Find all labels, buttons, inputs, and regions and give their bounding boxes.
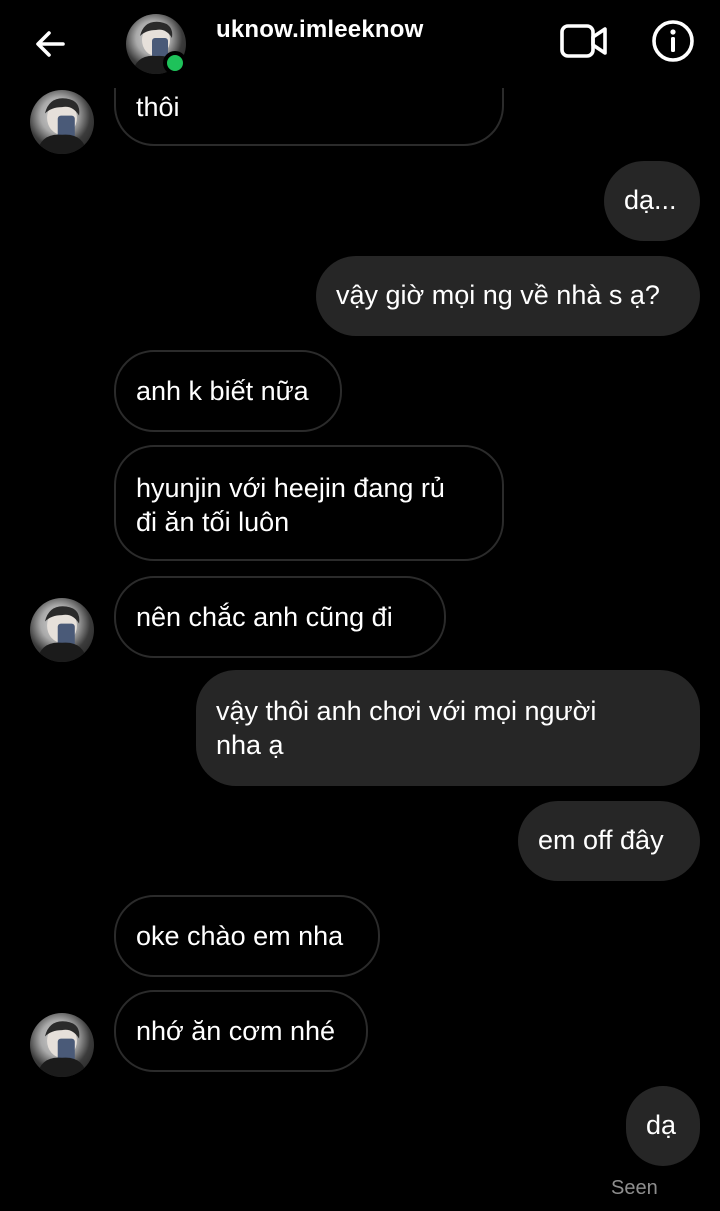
- message-bubble-incoming[interactable]: oke chào em nha: [114, 895, 380, 977]
- chat-header: uknow.imleeknow: [0, 0, 720, 88]
- message-bubble-outgoing[interactable]: vậy thôi anh chơi với mọi người nha ạ: [196, 670, 700, 786]
- message-text: nên chắc anh cũng đi: [136, 602, 393, 632]
- arrow-left-icon: [36, 31, 65, 57]
- chat-username[interactable]: uknow.imleeknow: [216, 16, 423, 44]
- message-bubble-outgoing[interactable]: vậy giờ mọi ng về nhà s ạ?: [316, 256, 700, 336]
- message-text-line: hyunjin với heejin đang rủ: [136, 473, 445, 503]
- message-text-line: đi ăn tối luôn: [136, 507, 290, 537]
- message-text: vậy giờ mọi ng về nhà s ạ?: [336, 280, 660, 310]
- message-bubble-outgoing[interactable]: dạ...: [604, 161, 700, 241]
- back-button[interactable]: [28, 22, 72, 66]
- sender-avatar[interactable]: [30, 598, 94, 662]
- message-bubble-incoming[interactable]: anh k biết nữa: [114, 350, 342, 432]
- message-bubble-incoming[interactable]: nên chắc anh cũng đi: [114, 576, 446, 658]
- profile-photo-icon: [36, 1021, 88, 1077]
- message-text: dạ...: [624, 185, 677, 215]
- message-text: em off đây: [538, 825, 664, 855]
- sender-avatar[interactable]: [30, 90, 94, 154]
- message-bubble-incoming[interactable]: hyunjin với heejin đang rủ đi ăn tối luô…: [114, 445, 504, 561]
- seen-status: Seen: [611, 1177, 658, 1199]
- info-icon: [652, 20, 694, 62]
- message-text: anh k biết nữa: [136, 376, 309, 406]
- online-status-dot: [163, 51, 187, 75]
- profile-photo-icon: [36, 606, 88, 662]
- message-text: dạ: [646, 1110, 677, 1140]
- info-button[interactable]: [650, 18, 696, 64]
- video-camera-icon: [560, 24, 607, 58]
- sender-avatar[interactable]: [30, 1013, 94, 1077]
- message-bubble-incoming[interactable]: nhớ ăn cơm nhé: [114, 990, 368, 1072]
- message-text: oke chào em nha: [136, 921, 344, 951]
- message-bubble-outgoing[interactable]: em off đây: [518, 801, 700, 881]
- profile-photo-icon: [36, 98, 88, 154]
- message-text-line: vậy thôi anh chơi với mọi người: [216, 696, 597, 726]
- message-text: nhớ ăn cơm nhé: [136, 1016, 336, 1046]
- message-text: thôi: [136, 92, 180, 122]
- message-bubble-outgoing[interactable]: dạ: [626, 1086, 700, 1166]
- video-call-button[interactable]: [556, 18, 612, 64]
- message-text-line: nha ạ: [216, 730, 284, 760]
